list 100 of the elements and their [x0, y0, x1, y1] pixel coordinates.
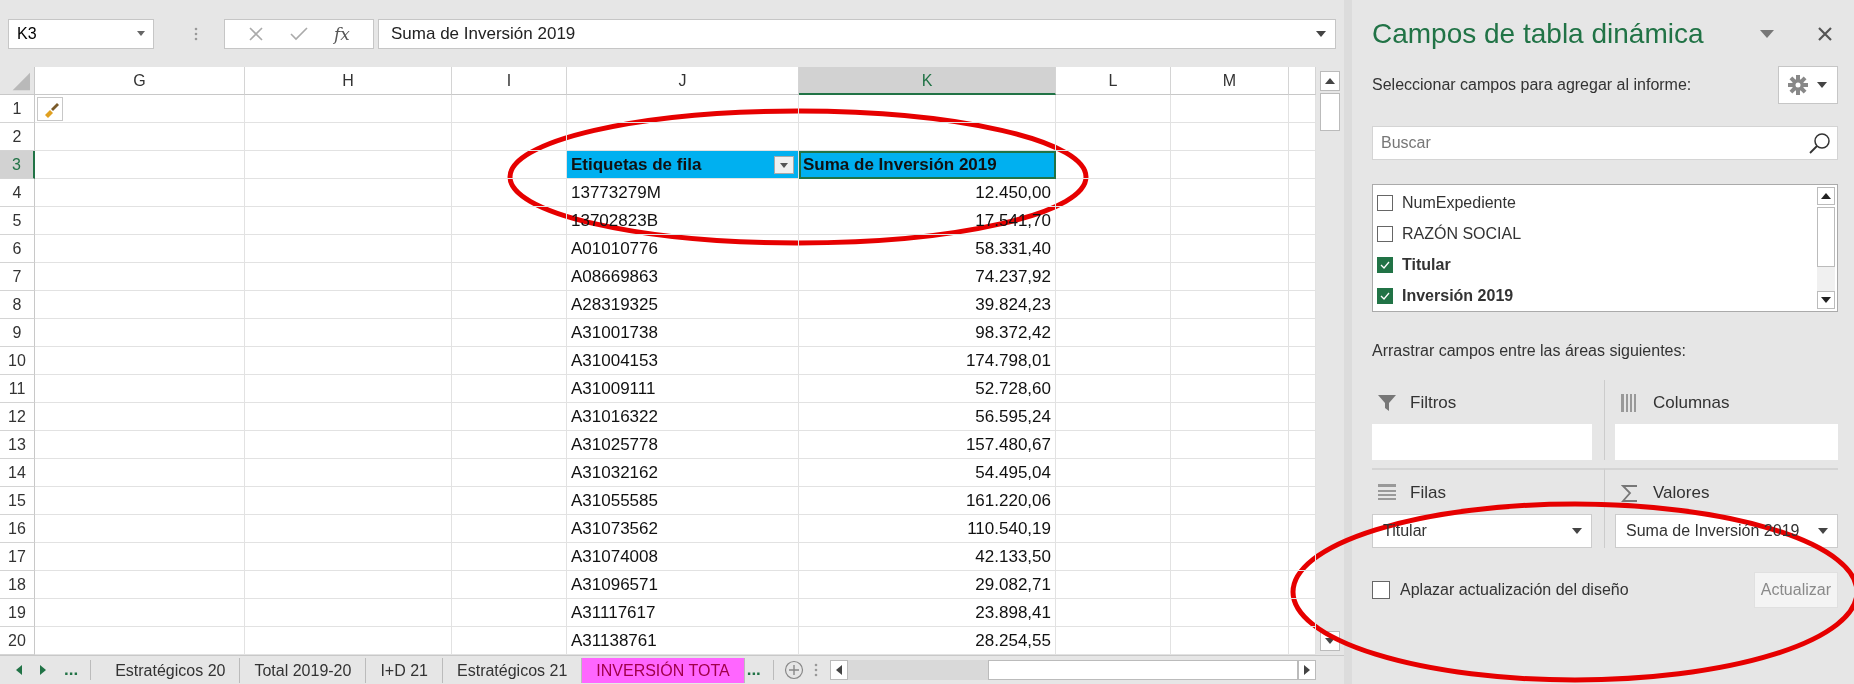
- empty-cell[interactable]: [452, 403, 567, 431]
- empty-cell[interactable]: [452, 571, 567, 599]
- empty-cell[interactable]: [1171, 375, 1289, 403]
- empty-cell[interactable]: [245, 151, 452, 179]
- scroll-left-icon[interactable]: [829, 660, 848, 680]
- scroll-thumb[interactable]: [1320, 93, 1340, 131]
- row-header[interactable]: 5: [0, 207, 35, 235]
- empty-cell[interactable]: [1056, 375, 1171, 403]
- row-header[interactable]: 15: [0, 487, 35, 515]
- empty-cell[interactable]: [35, 459, 245, 487]
- row-header[interactable]: 1: [0, 95, 35, 123]
- search-icon[interactable]: [1809, 132, 1831, 154]
- tools-button[interactable]: [1778, 66, 1838, 104]
- empty-cell[interactable]: [1171, 599, 1289, 627]
- checkbox[interactable]: [1377, 194, 1393, 211]
- column-header[interactable]: G: [35, 67, 245, 95]
- empty-cell[interactable]: [1056, 235, 1171, 263]
- empty-cell[interactable]: [452, 319, 567, 347]
- pivot-header-cell[interactable]: Suma de Inversión 2019: [799, 151, 1056, 179]
- empty-cell[interactable]: [452, 207, 567, 235]
- empty-cell[interactable]: [245, 207, 452, 235]
- empty-cell[interactable]: [245, 123, 452, 151]
- empty-cell[interactable]: [1056, 123, 1171, 151]
- drag-handle-icon[interactable]: [813, 663, 818, 677]
- row-header[interactable]: 16: [0, 515, 35, 543]
- empty-cell[interactable]: [1171, 515, 1289, 543]
- close-icon[interactable]: [1818, 27, 1832, 41]
- empty-cell[interactable]: [1056, 207, 1171, 235]
- row-header[interactable]: 11: [0, 375, 35, 403]
- formula-field[interactable]: Suma de Inversión 2019: [378, 18, 1336, 49]
- column-header[interactable]: L: [1056, 67, 1171, 95]
- scroll-right-icon[interactable]: [1298, 660, 1316, 680]
- empty-cell[interactable]: [1171, 95, 1289, 123]
- column-header[interactable]: K: [799, 67, 1056, 95]
- checkbox[interactable]: [1377, 256, 1393, 273]
- empty-cell[interactable]: [452, 431, 567, 459]
- row-header[interactable]: 13: [0, 431, 35, 459]
- empty-cell[interactable]: [35, 347, 245, 375]
- empty-cell[interactable]: [1056, 459, 1171, 487]
- empty-cell[interactable]: [1171, 151, 1289, 179]
- empty-cell[interactable]: [1056, 319, 1171, 347]
- empty-cell[interactable]: [452, 459, 567, 487]
- cancel-icon[interactable]: [248, 25, 264, 42]
- empty-cell[interactable]: [35, 291, 245, 319]
- sheet-tab[interactable]: Estratégicos 20: [101, 657, 241, 683]
- empty-cell[interactable]: [35, 179, 245, 207]
- row-header[interactable]: 3: [0, 151, 35, 179]
- empty-cell[interactable]: [35, 263, 245, 291]
- column-header[interactable]: H: [245, 67, 452, 95]
- empty-cell[interactable]: [245, 543, 452, 571]
- empty-cell[interactable]: [35, 543, 245, 571]
- empty-cell[interactable]: [1056, 515, 1171, 543]
- empty-cell[interactable]: [1171, 263, 1289, 291]
- field-label[interactable]: NumExpediente: [1402, 193, 1516, 212]
- empty-cell[interactable]: [245, 375, 452, 403]
- filter-dropdown-button[interactable]: [774, 155, 794, 174]
- row-header[interactable]: 10: [0, 347, 35, 375]
- empty-cell[interactable]: [245, 431, 452, 459]
- checkbox-label[interactable]: Aplazar actualización del diseño: [1400, 581, 1744, 599]
- empty-cell[interactable]: [1171, 123, 1289, 151]
- row-header[interactable]: 14: [0, 459, 35, 487]
- field-dropdown[interactable]: Titular: [1372, 514, 1592, 548]
- empty-cell[interactable]: [1056, 403, 1171, 431]
- field-label[interactable]: RAZÓN SOCIAL: [1402, 224, 1522, 243]
- paintbrush-icon[interactable]: [37, 96, 63, 121]
- empty-cell[interactable]: [1056, 347, 1171, 375]
- empty-cell[interactable]: [1056, 95, 1171, 123]
- check-icon[interactable]: [290, 26, 309, 41]
- empty-cell[interactable]: [245, 263, 452, 291]
- empty-cell[interactable]: [452, 487, 567, 515]
- empty-cell[interactable]: [245, 291, 452, 319]
- checkbox[interactable]: [1372, 581, 1390, 599]
- empty-cell[interactable]: [452, 179, 567, 207]
- field-label[interactable]: Inversión 2019: [1402, 286, 1514, 305]
- empty-cell[interactable]: [1171, 291, 1289, 319]
- scroll-up-icon[interactable]: [1320, 71, 1340, 91]
- checkbox[interactable]: [1377, 225, 1393, 242]
- row-header[interactable]: 12: [0, 403, 35, 431]
- empty-cell[interactable]: [35, 235, 245, 263]
- empty-cell[interactable]: [245, 459, 452, 487]
- empty-cell[interactable]: [1056, 291, 1171, 319]
- scroll-right-icon[interactable]: [38, 664, 48, 676]
- empty-cell[interactable]: [35, 375, 245, 403]
- row-header[interactable]: 17: [0, 543, 35, 571]
- empty-cell[interactable]: [35, 95, 245, 123]
- empty-cell[interactable]: [452, 515, 567, 543]
- empty-cell[interactable]: [35, 571, 245, 599]
- empty-cell[interactable]: [1056, 543, 1171, 571]
- empty-cell[interactable]: [452, 375, 567, 403]
- empty-cell[interactable]: [1171, 431, 1289, 459]
- empty-cell[interactable]: [245, 319, 452, 347]
- drag-handle-icon[interactable]: [194, 26, 198, 41]
- empty-cell[interactable]: [1171, 403, 1289, 431]
- empty-cell[interactable]: [452, 291, 567, 319]
- empty-cell[interactable]: [1056, 179, 1171, 207]
- empty-cell[interactable]: [245, 487, 452, 515]
- empty-cell[interactable]: [452, 95, 567, 123]
- empty-cell[interactable]: [567, 95, 799, 123]
- column-header[interactable]: M: [1171, 67, 1289, 95]
- empty-cell[interactable]: [1171, 179, 1289, 207]
